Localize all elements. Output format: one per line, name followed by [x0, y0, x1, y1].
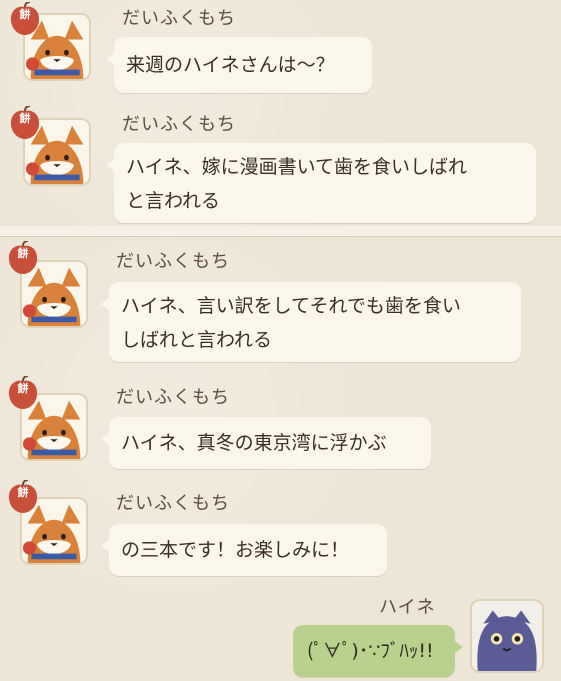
message-text: の三本です！お楽しみに！: [121, 539, 350, 561]
mochi-badge-icon: 餅: [6, 376, 40, 410]
message-text-line: しばれと言われる: [121, 329, 273, 351]
sender-name: だいふくもち: [122, 114, 236, 135]
message-bubble[interactable]: 来週のハイネさんは〜？: [106, 37, 372, 93]
message-text: ハイネ、真冬の東京湾に浮かぶ: [121, 432, 387, 454]
sender-name: だいふくもち: [116, 493, 230, 514]
message-bubble[interactable]: の三本です！お楽しみに！: [101, 524, 387, 576]
sender-name: だいふくもち: [116, 387, 230, 408]
mochi-badge-icon: 餅: [6, 241, 40, 275]
section-divider: [0, 226, 561, 236]
chat-panel-bottom: 餅 だいふくもち ハイネ、言い訳をしてそれでも歯を食い しばれと言われる 餅 だ…: [0, 236, 561, 681]
chat-panel-top: 餅 だいふくもち 来週のハイネさんは〜？ 餅 だいふくもち ハイネ、嫁に漫画書い…: [0, 0, 561, 227]
mochi-badge-icon: 餅: [8, 106, 42, 140]
mochi-badge-icon: 餅: [6, 480, 40, 514]
message-bubble[interactable]: ハイネ、言い訳をしてそれでも歯を食い しばれと言われる: [101, 282, 521, 362]
purple-cat-avatar-icon[interactable]: [470, 599, 544, 673]
message-text: (ﾟ∀ﾟ)･∵ﾌﾞﾊｯ!!: [307, 640, 434, 662]
message-text: 来週のハイネさんは〜？: [126, 54, 335, 76]
message-bubble[interactable]: ハイネ、真冬の東京湾に浮かぶ: [101, 417, 431, 469]
message-text-line: ハイネ、嫁に漫画書いて歯を食いしばれ: [126, 156, 468, 178]
sender-name: だいふくもち: [122, 8, 236, 29]
message-text-line: と言われる: [126, 190, 221, 212]
sender-name: だいふくもち: [116, 251, 230, 272]
message-bubble[interactable]: ハイネ、嫁に漫画書いて歯を食いしばれ と言われる: [106, 143, 536, 223]
sender-name: ハイネ: [379, 597, 436, 618]
mochi-badge-icon: 餅: [8, 2, 42, 36]
message-bubble[interactable]: (ﾟ∀ﾟ)･∵ﾌﾞﾊｯ!!: [293, 625, 463, 677]
message-text-line: ハイネ、言い訳をしてそれでも歯を食い: [121, 295, 461, 317]
